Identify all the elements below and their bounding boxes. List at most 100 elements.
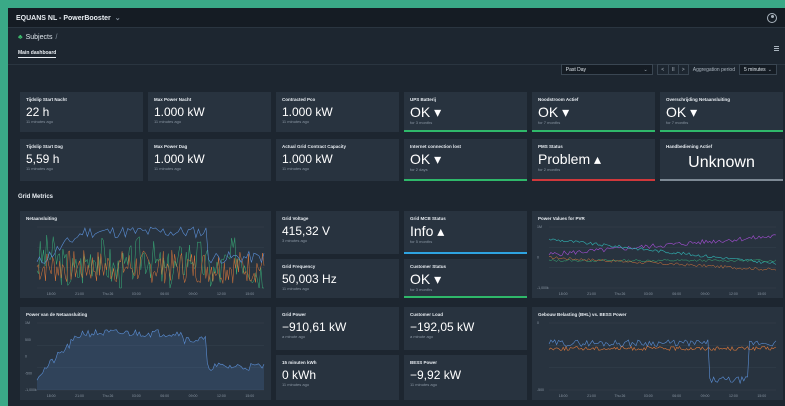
status-bar-info: [404, 252, 527, 254]
card-title: Contracted Pco: [282, 97, 316, 102]
card-contracted-pco[interactable]: Contracted Pco 1.000 kW 11 minutes ago: [276, 92, 399, 132]
x-tick-label: 21:00: [75, 394, 84, 398]
chart-gebouw-belasting[interactable]: Gebouw Belasting (BHL) vs. BESS Power 18…: [532, 307, 783, 400]
card-title: Internet connection lost: [410, 144, 462, 149]
x-tick-label: 15:00: [757, 394, 766, 398]
card-bess-power[interactable]: BESS Power −9,92 kW 11 minutes ago: [404, 355, 527, 400]
x-tick-label: 12:00: [217, 292, 226, 296]
card-title: Max Power Nacht: [154, 97, 192, 102]
status-bar-ok: [404, 179, 527, 181]
x-tick-label: Thu 26: [614, 394, 625, 398]
card-handbediening[interactable]: Handbediening Actief Unknown: [660, 139, 783, 181]
y-tick-label: -1,000k: [537, 286, 549, 290]
x-tick-label: 09:00: [189, 292, 198, 296]
card-overschrijding[interactable]: Overschrijding Netaansluiting OK ▾ for 7…: [660, 92, 783, 132]
series-line-blue: [548, 339, 777, 385]
chart-netaansluiting[interactable]: Netaansluiting 18:00 21:00 Thu 26 03:00 06:0…: [20, 211, 271, 298]
breadcrumb-subjects[interactable]: Subjects: [26, 34, 53, 41]
user-icon[interactable]: [767, 12, 777, 23]
chart-power-values[interactable]: Power Values for PVR 18:00 21:00 Thu 26 03:…: [532, 211, 783, 298]
card-value: 1.000 kW: [154, 105, 205, 119]
series-line-purple: [548, 234, 777, 257]
card-timestamp: a minute ago: [282, 334, 306, 339]
card-value: 0 kWh: [282, 368, 317, 382]
x-tick-label: 12:00: [729, 394, 738, 398]
chevron-down-icon[interactable]: ⌄: [115, 15, 121, 22]
card-15-minuten-kwh[interactable]: 15 minuten kWh 0 kWh 11 minutes ago: [276, 355, 399, 400]
status-value: OK ▾: [666, 104, 698, 120]
card-pms-status[interactable]: PMS Status Problem ▴ for 2 months: [532, 139, 655, 181]
next-period-button[interactable]: >: [677, 65, 688, 74]
card-internet-connection[interactable]: Internet connection lost OK ▾ for 2 days: [404, 139, 527, 181]
status-duration: for 2 months: [538, 167, 561, 172]
x-tick-label: Thu 26: [102, 292, 113, 296]
breadcrumb: ♣ Subjects /: [18, 34, 775, 41]
x-tick-label: 06:00: [160, 394, 169, 398]
card-title: Max Power Dag: [154, 144, 188, 149]
card-title: Customer Load: [410, 312, 444, 317]
card-customer-status[interactable]: Customer Status OK ▾ for 3 months: [404, 259, 527, 298]
x-tick-label: 12:00: [217, 394, 226, 398]
app-title-text: EQUANS NL - PowerBooster: [16, 14, 111, 22]
y-tick-label: -500: [537, 388, 544, 392]
series-area-blue: [37, 329, 264, 390]
series-line-orange: [549, 256, 777, 271]
tab-main-dashboard[interactable]: Main dashboard: [18, 50, 57, 58]
status-value: Problem ▴: [538, 151, 602, 167]
y-tick-label: 0: [537, 256, 539, 260]
x-tick-label: 09:00: [701, 292, 710, 296]
section-title-grid-metrics: Grid Metrics: [18, 194, 54, 200]
chart-power-values-plot: 18:00 21:00 Thu 26 03:00 06:00 09:00 12:00 15:0…: [537, 225, 777, 296]
card-timestamp: a minute ago: [410, 334, 434, 339]
card-title: Customer Status: [410, 264, 447, 269]
status-duration: for 7 months: [666, 120, 689, 125]
aggregation-select[interactable]: 5 minutes ⌄: [739, 64, 777, 75]
chart-power-van-de-netaansluiting[interactable]: Power van de Netaansluiting 18:00 21:00 Th…: [20, 307, 271, 400]
chevron-down-icon: ⌄: [643, 66, 648, 73]
status-duration: for 2 days: [410, 167, 428, 172]
menu-icon[interactable]: [774, 46, 779, 51]
card-tijdslip-nacht[interactable]: Tijdslip Start Nacht 22 h 11 minutes ago: [20, 92, 143, 132]
x-tick-label: 18:00: [559, 394, 568, 398]
status-value: Info ▴: [410, 223, 445, 239]
card-max-power-dag[interactable]: Max Power Dag 1.000 kW 11 minutes ago: [148, 139, 271, 181]
x-tick-label: 06:00: [672, 292, 681, 296]
app-title[interactable]: EQUANS NL - PowerBooster ⌄: [16, 14, 121, 22]
card-title: Actual Grid Contract Capacity: [282, 144, 347, 149]
series-line-orange: [548, 345, 777, 352]
card-value: 1.000 kW: [282, 105, 333, 119]
card-max-power-nacht[interactable]: Max Power Nacht 1.000 kW 11 minutes ago: [148, 92, 271, 132]
card-title: Handbediening Actief: [666, 144, 713, 149]
status-duration: for 7 months: [538, 120, 561, 125]
x-tick-label: 15:00: [245, 394, 254, 398]
y-tick-label: 0: [25, 355, 27, 359]
card-grid-mcb-status[interactable]: Grid MCB Status Info ▴ for 5 months: [404, 211, 527, 254]
status-bar-unknown: [660, 179, 783, 181]
time-range-select[interactable]: Past Day ⌄: [560, 64, 653, 75]
x-tick-label: 03:00: [644, 292, 653, 296]
card-title: UPS Batterij: [410, 97, 437, 102]
card-customer-load[interactable]: Customer Load −192,05 kW a minute ago: [404, 307, 527, 350]
card-value: 1.000 kW: [282, 152, 333, 166]
x-tick-label: 21:00: [587, 394, 596, 398]
card-ups-batterij[interactable]: UPS Batterij OK ▾ for 3 months: [404, 92, 527, 132]
x-tick-label: 03:00: [132, 394, 141, 398]
time-pager: < II >: [656, 64, 689, 75]
card-noodstroom-actief[interactable]: Noodstroom Actief OK ▾ for 7 months: [532, 92, 655, 132]
prev-period-button[interactable]: <: [658, 65, 668, 74]
chart-title: Power van de Netaansluiting: [26, 312, 88, 317]
card-title: Grid Frequency: [282, 264, 316, 269]
card-actual-grid-capacity[interactable]: Actual Grid Contract Capacity 1.000 kW 1…: [276, 139, 399, 181]
card-grid-voltage[interactable]: Grid Voltage 415,32 V 3 minutes ago: [276, 211, 399, 254]
y-tick-label: -500: [25, 371, 32, 375]
pause-button[interactable]: II: [667, 65, 678, 74]
card-tijdslip-dag[interactable]: Tijdslip Start Dag 5,59 h 11 minutes ago: [20, 139, 143, 181]
card-grid-frequency[interactable]: Grid Frequency 50,003 Hz 11 minutes ago: [276, 259, 399, 298]
status-value: OK ▾: [538, 104, 570, 120]
x-tick-label: 18:00: [47, 394, 56, 398]
card-grid-power[interactable]: Grid Power −910,61 kW a minute ago: [276, 307, 399, 350]
card-value: 5,59 h: [26, 152, 60, 166]
card-timestamp: 3 minutes ago: [282, 238, 308, 243]
status-duration: for 3 months: [410, 287, 433, 292]
subjects-icon: ♣: [18, 34, 23, 41]
